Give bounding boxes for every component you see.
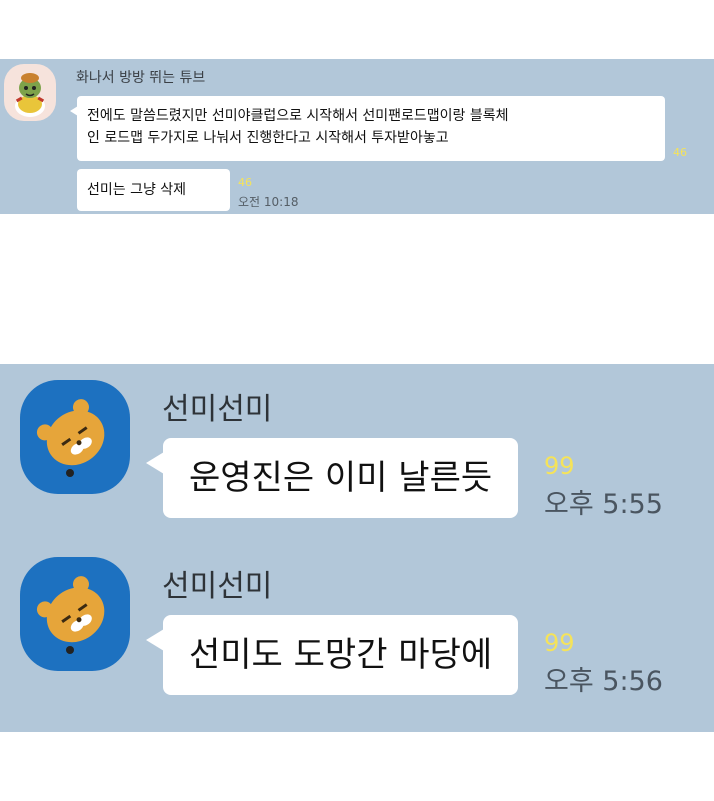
message-time: 오전 10:18 (238, 195, 299, 209)
read-count: 99 (544, 452, 575, 480)
bubble-tail (146, 452, 164, 474)
message-text: 선미도 도망간 마당에 (189, 635, 493, 675)
bubble-tail (70, 106, 78, 116)
ryan-avatar-icon[interactable] (20, 557, 130, 671)
message-text: 선미는 그냥 삭제 (87, 182, 187, 198)
message-line: 전에도 말씀드렸지만 선미야클럽으로 시작해서 선미팬로드맵이랑 블록체 (87, 108, 509, 124)
sender-name: 선미선미 (162, 569, 273, 604)
message-time: 오후 5:55 (544, 489, 663, 520)
read-count: 46 (238, 176, 252, 189)
chat-panel-top: 화나서 방방 뛰는 튜브 전에도 말씀드렸지만 선미야클럽으로 시작해서 선미팬… (0, 59, 714, 214)
sender-name: 선미선미 (162, 392, 273, 427)
read-count: 99 (544, 629, 575, 657)
message-bubble[interactable]: 선미도 도망간 마당에 (146, 615, 519, 695)
chat-panel-bottom: 선미선미 운영진은 이미 날른듯 99 오후 5:55 선미선미 선미도 도망간… (0, 364, 714, 732)
message-time: 오후 5:56 (544, 666, 663, 697)
read-count: 46 (673, 146, 687, 159)
message-bubble[interactable]: 전에도 말씀드렸지만 선미야클럽으로 시작해서 선미팬로드맵이랑 블록체 인 로… (70, 96, 665, 161)
bubble-tail (146, 629, 164, 651)
tube-avatar-icon[interactable] (4, 64, 56, 121)
message-line: 인 로드맵 두가지로 나눠서 진행한다고 시작해서 투자받아놓고 (87, 130, 449, 146)
ryan-avatar-icon[interactable] (20, 380, 130, 494)
message-bubble[interactable]: 운영진은 이미 날른듯 (146, 438, 519, 518)
message-bubble[interactable]: 선미는 그냥 삭제 (77, 169, 230, 211)
page: 화나서 방방 뛰는 튜브 전에도 말씀드렸지만 선미야클럽으로 시작해서 선미팬… (0, 0, 714, 801)
message-text: 운영진은 이미 날른듯 (189, 458, 493, 498)
sender-name: 화나서 방방 뛰는 튜브 (76, 70, 206, 86)
